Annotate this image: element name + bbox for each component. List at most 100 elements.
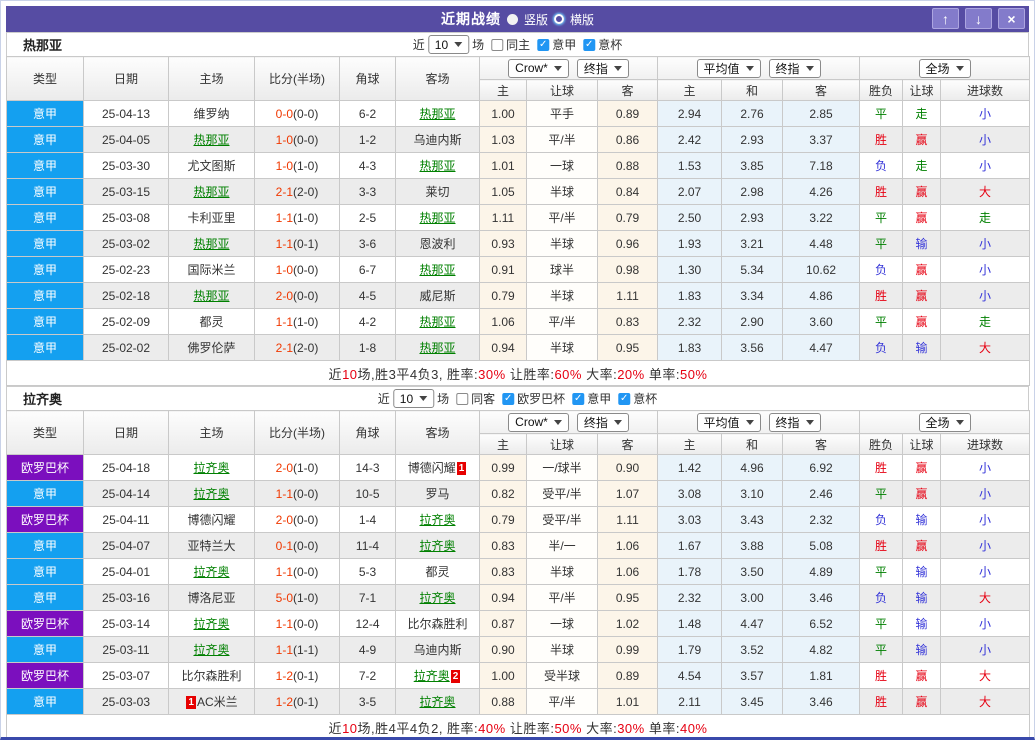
subcol-odds-home: 主 bbox=[479, 433, 527, 455]
average-select[interactable]: 平均值 bbox=[696, 412, 761, 432]
col-header-type: 类型 bbox=[6, 410, 84, 455]
league-cell: 意甲 bbox=[6, 178, 84, 205]
summary-text: 让胜率: bbox=[505, 366, 555, 382]
outcome-cell: 平 bbox=[859, 100, 904, 127]
date-cell: 25-03-02 bbox=[83, 230, 169, 257]
odds-stage-select[interactable]: 终指 bbox=[576, 58, 629, 78]
handicap-cell: 一球 bbox=[526, 610, 598, 637]
handicap-result-cell: 赢 bbox=[902, 256, 942, 283]
goals-result-cell: 走 bbox=[940, 308, 1031, 335]
team-name[interactable]: 热那亚 bbox=[193, 185, 229, 199]
period-select[interactable]: 全场 bbox=[918, 412, 971, 432]
team-name[interactable]: 热那亚 bbox=[193, 133, 229, 147]
away-odds-cell: 0.99 bbox=[596, 636, 659, 663]
filter-controls: 近 10 场同客 ✓ 欧罗巴杯 ✓ 意甲 ✓ 意杯 bbox=[378, 389, 657, 408]
chevron-down-icon bbox=[745, 419, 754, 425]
checked-checkbox[interactable]: ✓ bbox=[537, 38, 550, 51]
checked-checkbox[interactable]: ✓ bbox=[618, 392, 631, 405]
home-team-cell: 都灵 bbox=[168, 308, 255, 335]
away-avg-cell: 4.86 bbox=[782, 282, 861, 309]
draw-avg-cell: 3.34 bbox=[721, 282, 784, 309]
away-odds-cell: 0.79 bbox=[596, 204, 659, 231]
league-cell: 欧罗巴杯 bbox=[6, 662, 84, 689]
average-stage-select[interactable]: 终指 bbox=[768, 58, 821, 78]
date-cell: 25-03-14 bbox=[83, 610, 169, 637]
radio-horizontal-layout[interactable] bbox=[554, 14, 564, 24]
chevron-down-icon bbox=[745, 65, 754, 71]
team-name[interactable]: 热那亚 bbox=[419, 341, 455, 355]
score-cell: 1-1(0-0) bbox=[254, 610, 340, 637]
home-odds-cell: 0.79 bbox=[479, 282, 527, 309]
home-odds-cell: 1.11 bbox=[479, 204, 527, 231]
team-name[interactable]: 拉齐奥 bbox=[193, 643, 229, 657]
bookmaker-select[interactable]: Crow* bbox=[508, 58, 569, 78]
unchecked-checkbox[interactable] bbox=[491, 38, 504, 51]
team-name[interactable]: 热那亚 bbox=[193, 289, 229, 303]
close-button[interactable]: × bbox=[998, 8, 1025, 29]
score-cell: 2-1(2-0) bbox=[254, 178, 340, 205]
team-name[interactable]: 拉齐奥 bbox=[193, 461, 229, 475]
team-name[interactable]: 拉齐奥 bbox=[419, 513, 455, 527]
radio-vertical-layout[interactable] bbox=[506, 13, 518, 25]
recent-count-select[interactable]: 10 bbox=[392, 389, 435, 408]
home-avg-cell: 2.42 bbox=[657, 126, 723, 153]
team-name[interactable]: 拉齐奥 bbox=[414, 669, 450, 683]
odds-stage-select[interactable]: 终指 bbox=[576, 412, 629, 432]
team-name[interactable]: 拉齐奥 bbox=[193, 565, 229, 579]
outcome-cell: 胜 bbox=[859, 688, 904, 715]
results-table-lazio: 类型 日期 主场 比分(半场) 角球 客场 Crow* 终指 平均值 终指 全场… bbox=[5, 410, 1031, 737]
league-cell: 意甲 bbox=[6, 126, 84, 153]
summary-text: 场,胜3平4负3, 胜率: bbox=[357, 366, 479, 382]
recent-count-select[interactable]: 10 bbox=[427, 35, 470, 54]
summary-text: 50% bbox=[679, 366, 708, 382]
home-avg-cell: 1.67 bbox=[657, 532, 723, 559]
away-odds-cell: 0.89 bbox=[596, 662, 659, 689]
team-name[interactable]: 热那亚 bbox=[419, 107, 455, 121]
league-cell: 意甲 bbox=[6, 334, 84, 361]
away-team-cell: 热那亚 bbox=[395, 256, 480, 283]
team-name[interactable]: 拉齐奥 bbox=[419, 591, 455, 605]
bookmaker-select[interactable]: Crow* bbox=[508, 412, 569, 432]
team-name[interactable]: 热那亚 bbox=[419, 263, 455, 277]
summary-text: 20% bbox=[617, 366, 645, 382]
outcome-cell: 胜 bbox=[859, 532, 904, 559]
team-name[interactable]: 拉齐奥 bbox=[193, 617, 229, 631]
match-row: 欧罗巴杯 25-04-18 拉齐奥 2-0(1-0) 14-3 博德闪耀 1 0.99 一/球半… bbox=[6, 454, 1031, 481]
score-cell: 1-1(0-0) bbox=[254, 480, 340, 507]
home-avg-cell: 3.03 bbox=[657, 506, 723, 533]
unchecked-checkbox[interactable] bbox=[456, 392, 469, 405]
score-cell: 1-2(0-1) bbox=[254, 662, 340, 689]
goals-result-cell: 小 bbox=[940, 558, 1031, 585]
date-cell: 25-02-09 bbox=[83, 308, 169, 335]
checked-checkbox[interactable]: ✓ bbox=[572, 392, 585, 405]
team-name[interactable]: 拉齐奥 bbox=[419, 539, 455, 553]
average-select[interactable]: 平均值 bbox=[696, 58, 761, 78]
corners-cell: 7-2 bbox=[339, 662, 396, 689]
team-name[interactable]: 拉齐奥 bbox=[419, 695, 455, 709]
score-cell: 0-0(0-0) bbox=[254, 100, 340, 127]
fulltime-score: 1-0 bbox=[275, 262, 293, 277]
checked-checkbox[interactable]: ✓ bbox=[502, 392, 515, 405]
scroll-down-button[interactable]: ↓ bbox=[965, 8, 992, 29]
average-stage-select[interactable]: 终指 bbox=[768, 412, 821, 432]
team-name[interactable]: 热那亚 bbox=[193, 237, 229, 251]
date-cell: 25-03-08 bbox=[83, 204, 169, 231]
home-odds-cell: 0.93 bbox=[479, 230, 527, 257]
goals-result-cell: 走 bbox=[940, 204, 1031, 231]
period-select[interactable]: 全场 bbox=[918, 58, 971, 78]
team-name[interactable]: 热那亚 bbox=[419, 315, 455, 329]
score-cell: 0-1(0-0) bbox=[254, 532, 340, 559]
subcol-goals: 进球数 bbox=[940, 433, 1031, 455]
team-name: 罗马 bbox=[425, 487, 450, 501]
scroll-up-button[interactable]: ↑ bbox=[932, 8, 959, 29]
team-name[interactable]: 拉齐奥 bbox=[193, 487, 229, 501]
fulltime-score: 1-2 bbox=[275, 668, 293, 683]
halftime-score: (0-0) bbox=[293, 564, 319, 579]
team-name[interactable]: 热那亚 bbox=[419, 159, 455, 173]
halftime-score: (1-0) bbox=[293, 210, 319, 225]
team-name: 维罗纳 bbox=[193, 107, 230, 121]
home-avg-cell: 1.42 bbox=[657, 454, 723, 481]
home-team-cell: 国际米兰 bbox=[168, 256, 255, 283]
team-name[interactable]: 热那亚 bbox=[419, 211, 455, 225]
checked-checkbox[interactable]: ✓ bbox=[583, 38, 596, 51]
